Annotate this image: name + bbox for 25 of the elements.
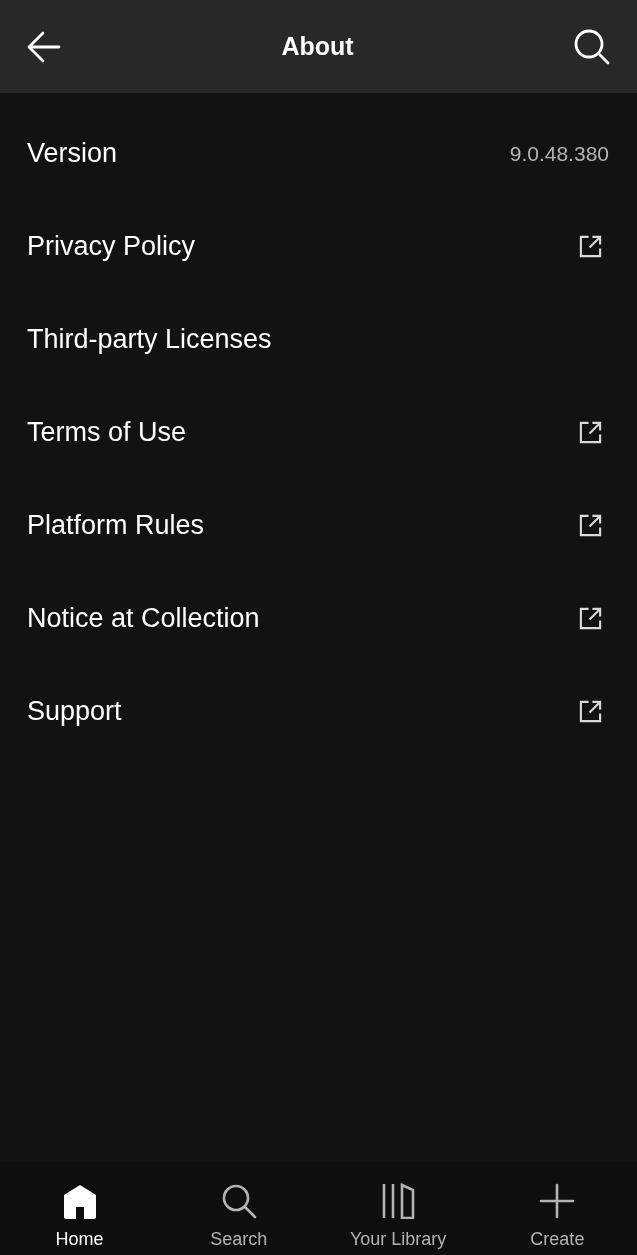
search-icon — [573, 28, 611, 65]
row-label: Version — [27, 137, 118, 171]
version-number: 9.0.48.380 — [509, 140, 609, 167]
plus-icon — [539, 1183, 576, 1219]
external-link-icon — [578, 513, 603, 538]
nav-tab[interactable]: Create — [477, 1183, 637, 1250]
menu-row[interactable]: Terms of Use — [0, 386, 637, 479]
search-icon — [220, 1183, 257, 1219]
page-title: About — [281, 30, 354, 62]
menu-row[interactable]: Platform Rules — [0, 479, 637, 572]
external-link-icon — [578, 420, 603, 445]
external-link-icon — [578, 699, 603, 724]
nav-tab[interactable]: Search — [159, 1183, 319, 1250]
menu-row[interactable]: Notice at Collection — [0, 572, 637, 665]
external-link-icon — [578, 234, 603, 259]
back-arrow-icon — [27, 30, 61, 63]
external-link-icon — [578, 606, 603, 631]
home-icon — [62, 1183, 97, 1219]
menu-row[interactable]: Support — [0, 665, 637, 758]
nav-tab[interactable]: Home — [0, 1183, 160, 1250]
menu-row[interactable]: Third-party Licenses — [0, 293, 637, 386]
search-button[interactable] — [573, 27, 611, 66]
nav-tab[interactable]: Your Library — [318, 1183, 478, 1250]
menu-row[interactable]: Privacy Policy — [0, 200, 637, 293]
library-icon — [381, 1183, 416, 1219]
